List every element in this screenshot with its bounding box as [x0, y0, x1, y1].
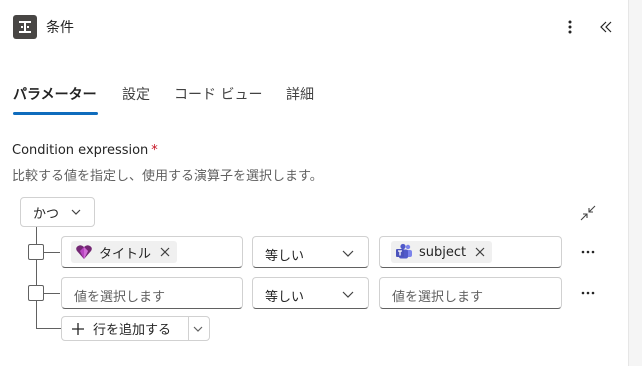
operator-dropdown[interactable]: 等しい	[252, 236, 369, 268]
teams-icon	[395, 243, 413, 261]
active-tab-indicator	[13, 112, 98, 115]
row-checkbox[interactable]	[28, 285, 44, 301]
chevron-down-icon	[71, 209, 81, 215]
plus-icon	[71, 322, 85, 336]
row-checkbox[interactable]	[28, 244, 44, 260]
chevron-down-icon	[342, 250, 354, 257]
right-value-field[interactable]: 値を選択します	[379, 277, 562, 309]
left-value-field[interactable]: タイトル	[61, 236, 243, 268]
close-icon	[475, 247, 485, 257]
more-options-button[interactable]	[560, 16, 580, 38]
remove-token-button[interactable]	[474, 246, 486, 258]
collapse-group-button[interactable]	[578, 203, 598, 223]
group-operator-value: かつ	[33, 206, 60, 222]
collapse-panel-button[interactable]	[596, 16, 616, 38]
row-more-button[interactable]	[578, 242, 598, 262]
group-operator-dropdown[interactable]: かつ	[20, 197, 95, 227]
tab-settings[interactable]: 設定	[122, 85, 150, 105]
required-mark: *	[151, 143, 158, 158]
operator-dropdown[interactable]: 等しい	[252, 277, 369, 309]
more-vertical-icon	[568, 20, 572, 34]
tree-line-vertical	[36, 227, 37, 329]
scrollbar[interactable]	[628, 0, 642, 366]
condition-description: 比較する値を指定し、使用する演算子を選択します。	[12, 169, 323, 184]
more-horizontal-icon	[581, 291, 595, 295]
right-value-field[interactable]: subject	[379, 236, 562, 268]
tab-parameters[interactable]: パラメーター	[13, 85, 97, 105]
condition-panel: 条件 パラメーター 設定 コード ビュー 詳細 Condition expres…	[0, 0, 628, 366]
condition-expression-label: Condition expression *	[12, 143, 158, 158]
chevron-down-icon	[342, 291, 354, 298]
tree-line-add	[36, 328, 61, 329]
power-apps-icon	[75, 243, 93, 261]
shrink-arrows-icon	[580, 205, 596, 221]
remove-token-button[interactable]	[159, 246, 171, 258]
double-chevron-left-icon	[600, 21, 612, 33]
row-more-button[interactable]	[578, 283, 598, 303]
value-token: タイトル	[71, 241, 178, 263]
value-token: subject	[391, 241, 493, 263]
left-value-field[interactable]: 値を選択します	[61, 277, 243, 309]
condition-icon	[13, 15, 37, 39]
add-row-button[interactable]: 行を追加する	[61, 316, 210, 341]
more-horizontal-icon	[581, 250, 595, 254]
close-icon	[160, 247, 170, 257]
chevron-down-icon[interactable]	[192, 323, 204, 335]
tab-code-view[interactable]: コード ビュー	[174, 85, 262, 105]
panel-title: 条件	[46, 20, 74, 36]
tab-details[interactable]: 詳細	[286, 85, 314, 105]
